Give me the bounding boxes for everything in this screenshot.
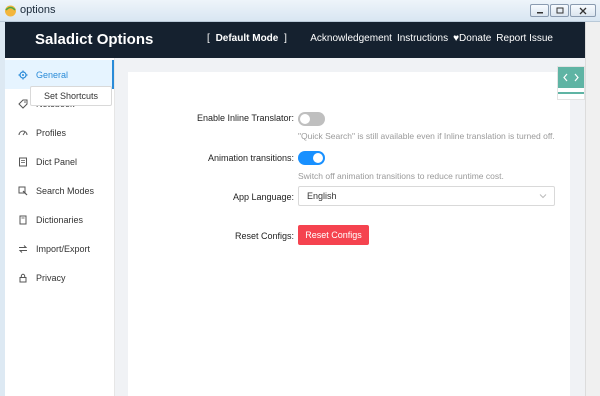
sidebar-item-label: Dict Panel	[36, 156, 78, 167]
arrows-icon	[563, 73, 579, 82]
app-language-value: English	[307, 191, 337, 201]
gear-icon	[18, 70, 28, 80]
peek-divider	[558, 92, 584, 94]
inline-translator-toggle[interactable]	[298, 112, 325, 126]
sidebar-item-general[interactable]: General	[5, 60, 114, 89]
peek-header	[558, 67, 584, 88]
mode-bracket-close: ]	[284, 33, 287, 44]
chevron-down-icon	[539, 194, 547, 199]
toggle-knob	[300, 114, 310, 124]
inline-translator-label: Enable Inline Translator:	[196, 113, 294, 123]
close-icon	[579, 7, 587, 14]
donate-label: Donate	[459, 33, 492, 44]
swap-icon	[18, 244, 28, 254]
sidebar-item-dict-panel[interactable]: Dict Panel	[5, 147, 114, 176]
window-controls	[530, 4, 596, 17]
sidebar-item-search-modes[interactable]: Search Modes	[5, 176, 114, 205]
mode-label: Default Mode	[215, 33, 279, 44]
lock-icon	[18, 273, 28, 283]
app-language-select[interactable]: English	[298, 186, 555, 206]
sidebar: General Notebook Profiles Dict Panel Sea…	[5, 58, 115, 396]
close-button[interactable]	[570, 4, 596, 17]
sidebar-item-label: Dictionaries	[36, 214, 84, 225]
sidebar-item-import-export[interactable]: Import/Export	[5, 234, 114, 263]
window-title: options	[20, 4, 56, 16]
sidebar-item-privacy[interactable]: Privacy	[5, 263, 114, 292]
maximize-button[interactable]	[550, 4, 569, 17]
layout-icon	[18, 157, 28, 167]
sidebar-item-profiles[interactable]: Profiles	[5, 118, 114, 147]
header-links: Acknowledgement Instructions ♥Donate Rep…	[310, 33, 553, 44]
select-icon	[18, 186, 28, 196]
app-language-label: App Language:	[232, 192, 294, 202]
acknowledgement-link[interactable]: Acknowledgement	[310, 33, 392, 44]
mode-bracket-open: [	[207, 33, 210, 44]
report-issue-link[interactable]: Report Issue	[496, 33, 553, 44]
tag-icon	[18, 99, 28, 109]
mode-indicator[interactable]: [ Default Mode ]	[207, 33, 287, 44]
animation-transitions-toggle[interactable]	[298, 151, 325, 165]
panel-peek[interactable]	[557, 66, 585, 100]
set-shortcuts-button[interactable]: Set Shortcuts	[30, 86, 112, 106]
inline-translator-hint: "Quick Search" is still available even i…	[298, 131, 555, 141]
brand-title: Saladict Options	[35, 31, 154, 48]
toggle-knob	[313, 153, 323, 163]
sidebar-item-label: Search Modes	[36, 185, 95, 196]
maximize-icon	[556, 7, 563, 14]
dashboard-icon	[18, 128, 28, 138]
app-header: Saladict Options [ Default Mode ] Acknow…	[5, 22, 585, 58]
window-scrollbar[interactable]	[585, 22, 600, 396]
sidebar-item-label: General	[36, 69, 69, 80]
sidebar-item-label: Import/Export	[36, 243, 91, 254]
instructions-link[interactable]: Instructions	[397, 33, 448, 44]
minimize-button[interactable]	[530, 4, 549, 17]
sidebar-item-label: Privacy	[36, 272, 66, 283]
sidebar-item-dictionaries[interactable]: Dictionaries	[5, 205, 114, 234]
animation-transitions-hint: Switch off animation transitions to redu…	[298, 171, 504, 181]
reset-configs-label: Reset Configs:	[234, 231, 294, 241]
saladict-app-icon	[5, 5, 16, 17]
minimize-icon	[536, 11, 543, 13]
reset-configs-button[interactable]: Reset Configs	[298, 225, 369, 245]
book-icon	[18, 215, 28, 225]
donate-link[interactable]: ♥Donate	[453, 33, 491, 44]
animation-transitions-label: Animation transitions:	[207, 153, 294, 163]
sidebar-item-label: Profiles	[36, 127, 67, 138]
window-titlebar: options	[0, 0, 600, 22]
